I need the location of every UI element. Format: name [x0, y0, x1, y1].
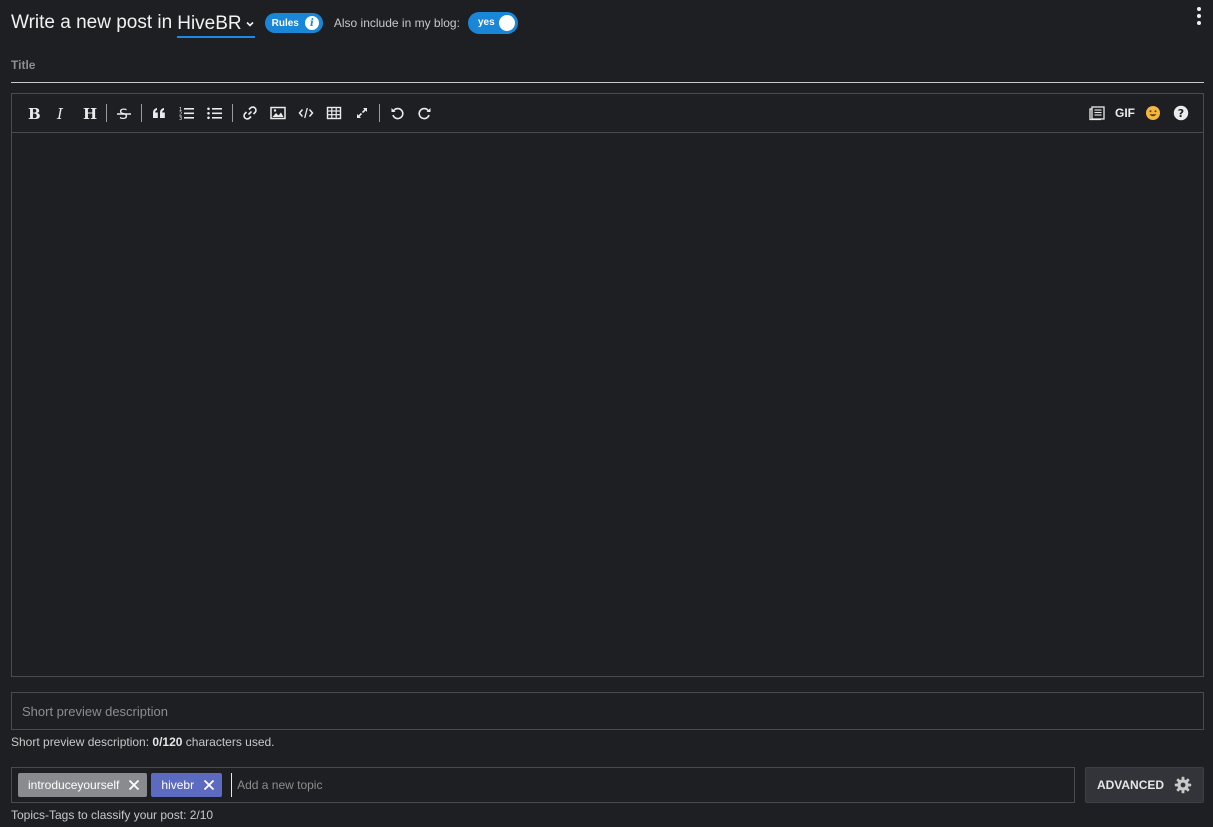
community-name: HiveBR	[177, 12, 242, 34]
description-char-count: 0/120	[152, 735, 183, 749]
tag-chip: introduceyourself	[18, 773, 148, 797]
redo-icon[interactable]	[411, 99, 439, 127]
rules-button[interactable]: Rules i	[264, 13, 323, 33]
tags-field: introduceyourself hivebr	[11, 767, 1075, 803]
rules-label: Rules	[271, 17, 299, 29]
title-input[interactable]	[11, 48, 1204, 82]
toolbar-divider	[106, 104, 107, 122]
snippets-icon[interactable]	[1083, 99, 1111, 127]
more-options-icon[interactable]	[1191, 7, 1207, 25]
toolbar-right: GIF ?	[1083, 99, 1195, 127]
unordered-list-icon[interactable]	[201, 99, 229, 127]
gif-icon[interactable]: GIF	[1111, 99, 1139, 127]
tags-hint: Topics-Tags to classify your post: 2/10	[11, 808, 214, 822]
bold-icon[interactable]: B	[19, 99, 47, 127]
description-field	[11, 692, 1204, 730]
close-icon[interactable]	[127, 778, 141, 792]
quote-icon[interactable]	[145, 99, 173, 127]
heading-icon[interactable]: H	[75, 99, 103, 127]
description-hint: Short preview description: 0/120 charact…	[11, 735, 275, 749]
description-hint-suffix: characters used.	[185, 735, 275, 749]
svg-text:?: ?	[1178, 107, 1184, 120]
page-title: Write a new post in	[11, 12, 173, 33]
advanced-label: ADVANCED	[1096, 778, 1165, 792]
tag-label: hivebr	[161, 778, 195, 792]
svg-text:I: I	[56, 105, 64, 121]
svg-text:B: B	[28, 105, 41, 121]
undo-icon[interactable]	[383, 99, 411, 127]
editor-toolbar: B I H S 123 GIF ?	[12, 94, 1203, 133]
blog-include-label: Also include in my blog:	[333, 16, 460, 30]
info-icon: i	[304, 16, 319, 30]
svg-text:3: 3	[179, 116, 182, 120]
toolbar-divider	[379, 104, 380, 122]
advanced-button[interactable]: ADVANCED	[1085, 767, 1204, 803]
strikethrough-icon[interactable]: S	[110, 99, 138, 127]
ordered-list-icon[interactable]: 123	[173, 99, 201, 127]
gear-icon	[1174, 776, 1192, 794]
add-topic-input[interactable]	[231, 773, 1074, 797]
markdown-editor: B I H S 123 GIF ?	[11, 93, 1204, 677]
description-input[interactable]	[12, 693, 1203, 729]
close-icon[interactable]	[202, 778, 216, 792]
toggle-label: yes	[477, 17, 495, 28]
tag-chip: hivebr	[151, 773, 223, 797]
tag-label: introduceyourself	[28, 778, 120, 792]
svg-text:H: H	[83, 105, 97, 121]
emoji-icon[interactable]	[1139, 99, 1167, 127]
gif-label: GIF	[1115, 106, 1135, 120]
description-hint-prefix: Short preview description:	[11, 735, 150, 749]
editor-header: Write a new post in HiveBR Rules i Also …	[11, 8, 1203, 38]
chevron-down-icon	[246, 21, 254, 27]
blog-include-toggle[interactable]: yes	[467, 12, 518, 34]
toolbar-divider	[232, 104, 233, 122]
title-field	[11, 48, 1204, 83]
link-icon[interactable]	[236, 99, 264, 127]
code-icon[interactable]	[292, 99, 320, 127]
help-icon[interactable]: ?	[1167, 99, 1195, 127]
toolbar-divider	[141, 104, 142, 122]
image-icon[interactable]	[264, 99, 292, 127]
table-icon[interactable]	[320, 99, 348, 127]
toggle-knob	[498, 15, 515, 31]
fullscreen-icon[interactable]	[348, 99, 376, 127]
italic-icon[interactable]: I	[47, 99, 75, 127]
editor-textarea[interactable]	[12, 133, 1203, 676]
community-selector[interactable]: HiveBR	[177, 12, 255, 38]
